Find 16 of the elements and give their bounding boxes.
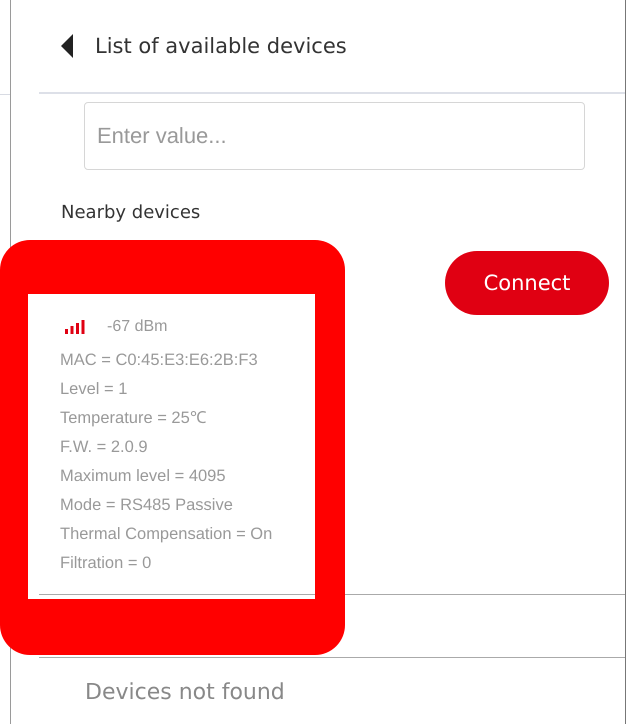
connect-button[interactable]: Connect <box>445 251 609 315</box>
device-detail: Filtration = 0 <box>60 553 152 574</box>
section-label: Nearby devices <box>61 202 202 223</box>
device-detail: Temperature = 25℃ <box>60 408 207 429</box>
signal-icon <box>65 320 85 334</box>
device-detail: Thermal Compensation = On <box>60 524 272 545</box>
device-detail: Maximum level = 4095 <box>60 466 227 487</box>
back-icon[interactable] <box>61 34 73 58</box>
device-detail: Level = 1 <box>60 379 128 400</box>
device-detail: F.W. = 2.0.9 <box>60 437 149 458</box>
signal-strength: -67 dBm <box>107 318 168 336</box>
search-field[interactable]: Enter value... <box>84 102 585 170</box>
device-detail: MAC = C0:45:E3:E6:2B:F3 <box>60 350 259 371</box>
page-title: List of available devices <box>95 34 347 58</box>
empty-message: Devices not found <box>85 680 286 705</box>
device-detail: Mode = RS485 Passive <box>60 495 234 516</box>
